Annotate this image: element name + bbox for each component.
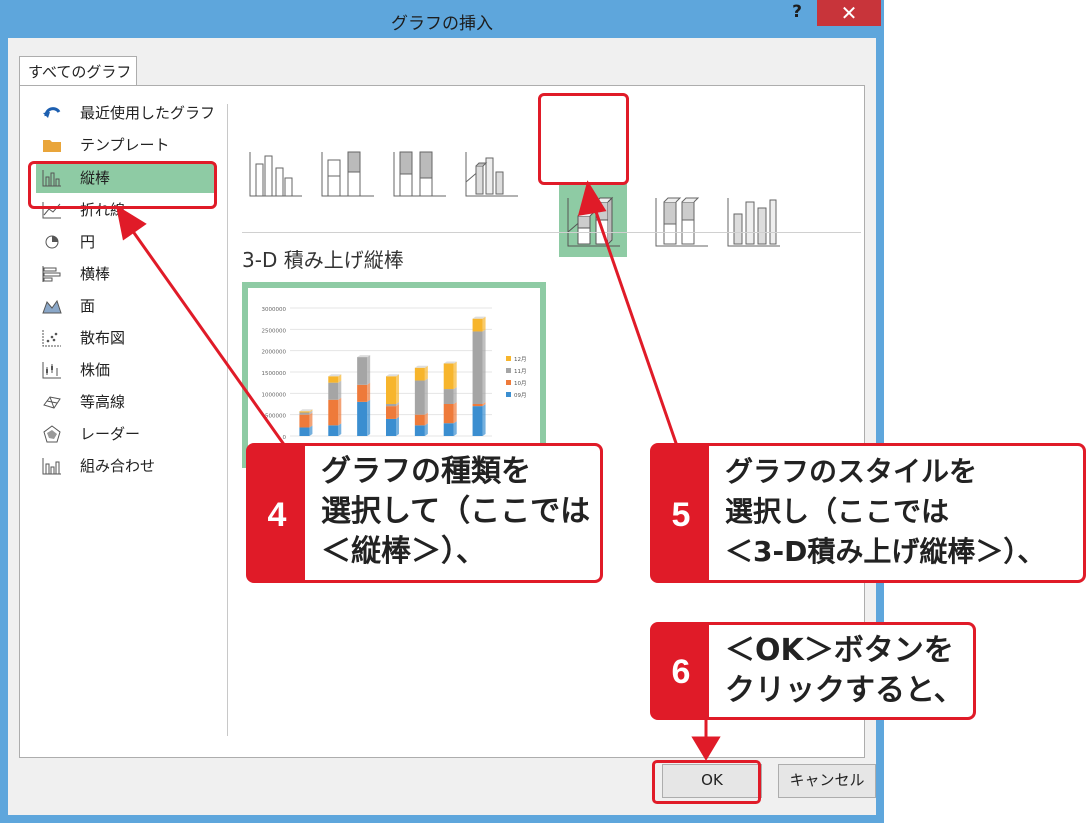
arrow-5-line	[592, 205, 679, 447]
callout-number: 4	[249, 446, 305, 580]
arrow-4-line	[130, 229, 287, 447]
callout-number-text: 4	[267, 496, 287, 534]
callout-text: グラフのスタイルを 選択し（ここでは ＜3-D積み上げ縦棒＞）、	[725, 452, 1045, 572]
callout-text: グラフの種類を 選択して（ここでは ＜縦棒＞）、	[321, 452, 590, 572]
callout-number-text: 5	[671, 496, 691, 534]
callout-number: 5	[653, 446, 709, 580]
arrow-6-head	[691, 736, 721, 761]
callout-4: 4 グラフの種類を 選択して（ここでは ＜縦棒＞）、	[246, 443, 603, 583]
callout-line: 選択して（ここでは	[321, 494, 591, 529]
arrow-4-head	[115, 204, 147, 241]
callout-line: クリックすると、	[725, 673, 964, 708]
arrow-5-head	[577, 180, 607, 216]
callout-number-text: 6	[671, 653, 691, 691]
callout-line: ＜縦棒＞）、	[321, 534, 486, 569]
callout-line: グラフのスタイルを	[725, 455, 978, 488]
callout-text: ＜OK＞ボタンを クリックすると、	[725, 631, 964, 711]
callout-6: 6 ＜OK＞ボタンを クリックすると、	[650, 622, 976, 720]
callout-number: 6	[653, 625, 709, 717]
callout-line: グラフの種類を	[321, 454, 531, 489]
callout-5: 5 グラフのスタイルを 選択し（ここでは ＜3-D積み上げ縦棒＞）、	[650, 443, 1086, 583]
callout-line: 選択し（ここでは	[725, 495, 950, 528]
callout-line: ＜3-D積み上げ縦棒＞）、	[725, 535, 1046, 568]
callout-line: ＜OK＞ボタンを	[725, 633, 954, 668]
